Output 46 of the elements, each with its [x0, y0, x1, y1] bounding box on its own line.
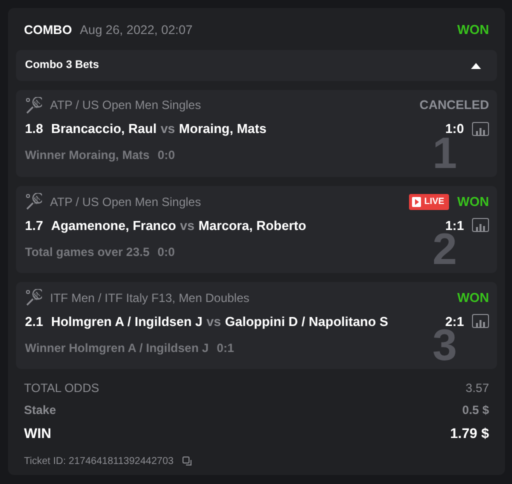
- bet-status: WON: [457, 193, 489, 211]
- bet-type: COMBO: [24, 22, 72, 39]
- win-label: WIN: [24, 424, 52, 443]
- live-badge: LIVE: [409, 194, 450, 210]
- total-odds-label: TOTAL ODDS: [24, 380, 100, 397]
- match-score: 2:1: [445, 312, 464, 329]
- team-name: Brancaccio, Raul: [51, 120, 157, 138]
- team-name: Galoppini D / Napolitano S: [225, 312, 388, 331]
- team-name: Marcora, Roberto: [198, 216, 306, 234]
- league-name: ITF Men / ITF Italy F13, Men Doubles: [50, 290, 250, 307]
- market-name: Total games over 23.5: [25, 244, 150, 261]
- copy-icon[interactable]: [182, 456, 193, 467]
- tennis-racket-icon: [25, 289, 42, 306]
- bet-date: Aug 26, 2022, 02:07: [80, 22, 193, 39]
- team-name: Agamenone, Franco: [51, 216, 176, 235]
- bet-status: WON: [457, 289, 489, 307]
- odds-value: 1.8: [25, 120, 44, 138]
- market-score: 0:0: [158, 147, 175, 164]
- team-name: Holmgren A / Ingildsen J: [51, 312, 203, 331]
- match-score: 1:0: [445, 120, 464, 138]
- odds-value: 1.7: [25, 216, 44, 234]
- vs-label: vs: [160, 120, 176, 138]
- market-name: Winner Moraing, Mats: [25, 147, 150, 164]
- tennis-racket-icon: [25, 96, 42, 114]
- market-name: Winner Holmgren A / Ingildsen J: [25, 340, 209, 357]
- stats-icon[interactable]: [472, 218, 489, 232]
- market-score: 0:0: [158, 244, 175, 261]
- bet-status: CANCELED: [420, 97, 489, 114]
- market-score: 0:1: [216, 340, 234, 357]
- win-value: 1.79 $: [450, 424, 489, 443]
- league-name: ATP / US Open Men Singles: [50, 194, 201, 211]
- odds-value: 2.1: [25, 312, 44, 330]
- team-name: Moraing, Mats: [179, 120, 266, 138]
- league-name: ATP / US Open Men Singles: [50, 97, 201, 114]
- stake-value: 0.5 $: [462, 402, 489, 419]
- tennis-racket-icon: [25, 193, 42, 210]
- match-score: 1:1: [445, 216, 464, 233]
- stats-icon[interactable]: [472, 314, 489, 328]
- vs-label: vs: [180, 216, 195, 234]
- combo-toggle[interactable]: Combo 3 Bets: [16, 50, 497, 81]
- ticket-id: Ticket ID: 2174641811392442703: [24, 455, 174, 469]
- ticket-status: WON: [457, 21, 489, 40]
- stake-label: Stake: [24, 402, 56, 419]
- total-odds-value: 3.57: [466, 380, 489, 397]
- vs-label: vs: [206, 312, 221, 330]
- stats-icon[interactable]: [472, 122, 489, 136]
